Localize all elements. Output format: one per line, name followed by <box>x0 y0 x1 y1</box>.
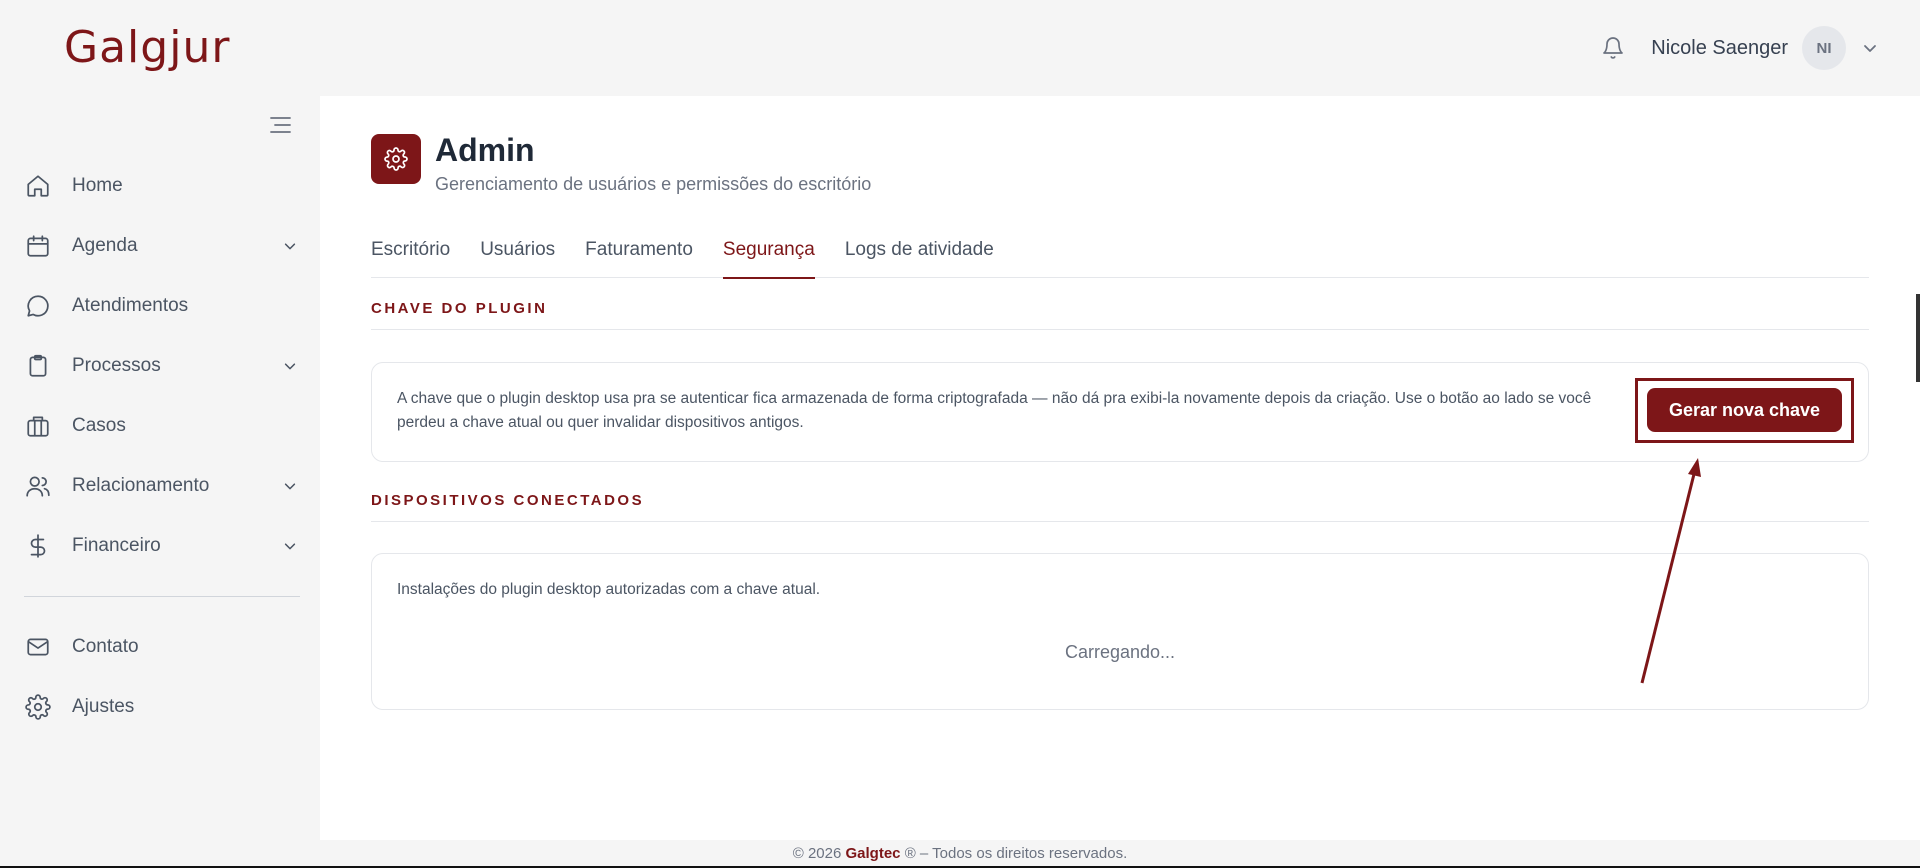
sidebar-item-agenda[interactable]: Agenda <box>24 216 300 276</box>
connected-devices-heading: DISPOSITIVOS CONECTADOS <box>371 492 1869 522</box>
user-name[interactable]: Nicole Saenger <box>1651 37 1788 60</box>
avatar[interactable]: NI <box>1802 26 1846 70</box>
sidebar-item-label: Atendimentos <box>72 295 189 316</box>
page-header: Admin Gerenciamento de usuários e permis… <box>371 132 871 195</box>
footer-suffix: ® – Todos os direitos reservados. <box>900 845 1128 862</box>
chevron-down-icon <box>280 476 300 496</box>
app-logo[interactable]: Galgjur <box>64 24 230 72</box>
sidebar-item-contato[interactable]: Contato <box>24 617 300 677</box>
sidebar: Home Agenda Atendimentos Processos Casos… <box>0 96 320 836</box>
sidebar-divider <box>24 596 300 597</box>
tab-bar: Escritório Usuários Faturamento Seguranç… <box>371 232 1869 279</box>
tab-faturamento[interactable]: Faturamento <box>585 232 693 278</box>
gear-icon <box>24 693 52 721</box>
connected-devices-description: Instalações do plugin desktop autorizada… <box>397 581 821 598</box>
footer: © 2026 Galgtec ® – Todos os direitos res… <box>0 840 1920 868</box>
tab-seguranca[interactable]: Segurança <box>722 232 815 279</box>
chevron-down-icon <box>280 356 300 376</box>
sidebar-item-label: Home <box>72 175 123 196</box>
bell-icon[interactable] <box>1599 34 1627 62</box>
scrollbar-thumb[interactable] <box>1916 294 1920 382</box>
sidebar-item-ajustes[interactable]: Ajustes <box>24 677 300 737</box>
clipboard-icon <box>24 352 52 380</box>
calendar-icon <box>24 232 52 260</box>
sidebar-item-label: Casos <box>72 415 126 436</box>
mail-icon <box>24 633 52 661</box>
page-title: Admin <box>435 132 535 168</box>
top-bar: Galgjur Nicole Saenger NI <box>0 0 1920 96</box>
sidebar-item-processos[interactable]: Processos <box>24 336 300 396</box>
sidebar-item-label: Contato <box>72 636 139 657</box>
briefcase-icon <box>24 412 52 440</box>
generate-new-key-button[interactable]: Gerar nova chave <box>1647 388 1842 432</box>
tab-logs-de-atividade[interactable]: Logs de atividade <box>845 232 994 278</box>
footer-brand[interactable]: Galgtec <box>846 845 901 862</box>
sidebar-item-label: Processos <box>72 355 161 376</box>
sidebar-item-casos[interactable]: Casos <box>24 396 300 456</box>
sidebar-item-label: Agenda <box>72 235 138 256</box>
connected-devices-card: Instalações do plugin desktop autorizada… <box>371 553 1869 710</box>
plugin-key-heading: CHAVE DO PLUGIN <box>371 300 1869 330</box>
chevron-down-icon[interactable] <box>1860 38 1880 58</box>
users-icon <box>24 472 52 500</box>
chat-bubble-icon <box>24 292 52 320</box>
sidebar-item-label: Financeiro <box>72 535 161 556</box>
sidebar-nav: Home Agenda Atendimentos Processos Casos… <box>24 156 300 737</box>
home-icon <box>24 172 52 200</box>
sidebar-item-atendimentos[interactable]: Atendimentos <box>24 276 300 336</box>
plugin-key-description: A chave que o plugin desktop usa pra se … <box>397 390 1592 431</box>
menu-toggle-icon[interactable] <box>268 114 294 136</box>
sidebar-item-relacionamento[interactable]: Relacionamento <box>24 456 300 516</box>
tab-usuarios[interactable]: Usuários <box>480 232 555 278</box>
user-area: Nicole Saenger NI <box>1599 24 1880 72</box>
footer-prefix: © 2026 <box>792 845 846 862</box>
loading-text: Carregando... <box>1064 642 1176 662</box>
dollar-icon <box>24 532 52 560</box>
sidebar-item-label: Relacionamento <box>72 475 210 496</box>
tab-escritorio[interactable]: Escritório <box>371 232 450 278</box>
chevron-down-icon <box>280 236 300 256</box>
chevron-down-icon <box>280 536 300 556</box>
sidebar-item-financeiro[interactable]: Financeiro <box>24 516 300 576</box>
sidebar-item-home[interactable]: Home <box>24 156 300 216</box>
page-subtitle: Gerenciamento de usuários e permissões d… <box>435 174 872 194</box>
gear-icon <box>371 134 421 184</box>
main-panel: Admin Gerenciamento de usuários e permis… <box>320 96 1920 840</box>
sidebar-item-label: Ajustes <box>72 696 135 717</box>
